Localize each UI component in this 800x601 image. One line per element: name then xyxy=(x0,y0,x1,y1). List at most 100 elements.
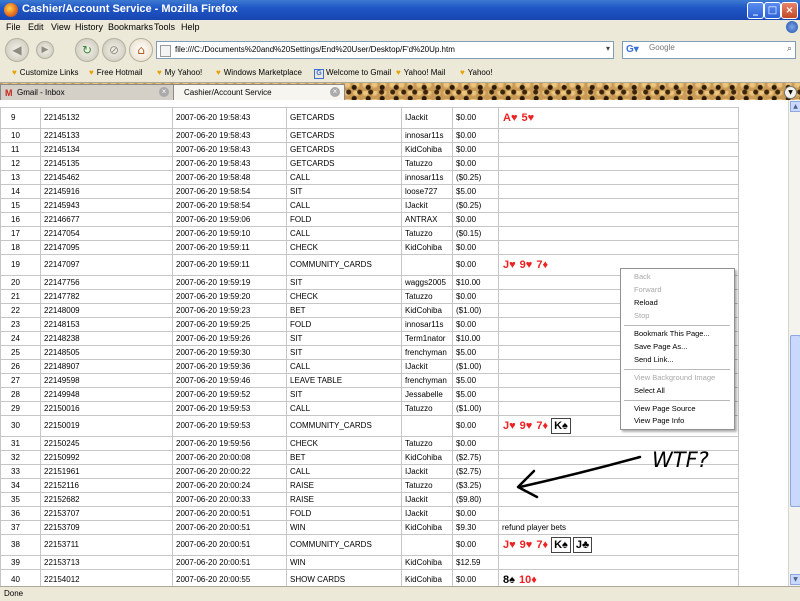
url-input[interactable] xyxy=(175,43,595,56)
list-all-tabs-icon[interactable]: ▼ xyxy=(784,86,797,99)
timestamp-cell: 2007-06-20 20:00:51 xyxy=(172,534,287,556)
tab-close-icon[interactable]: × xyxy=(159,87,169,97)
row-number-cell: 10 xyxy=(0,128,41,143)
card-suit-icon: ♠ xyxy=(562,538,568,551)
card-suit-icon: ♦ xyxy=(531,573,537,586)
gmail-icon: M xyxy=(5,88,13,98)
timestamp-cell: 2007-06-20 19:59:25 xyxy=(172,317,287,332)
action-cell: FOLD xyxy=(286,506,402,521)
amount-cell: $5.00 xyxy=(452,373,499,388)
player-cell: Tatuzzo xyxy=(401,289,453,304)
menu-file[interactable]: File xyxy=(6,22,21,32)
action-cell: SIT xyxy=(286,184,402,199)
timestamp-cell: 2007-06-20 19:58:54 xyxy=(172,184,287,199)
search-input[interactable] xyxy=(649,43,779,52)
window-title: Cashier/Account Service - Mozilla Firefo… xyxy=(22,3,238,15)
context-menu-send-link[interactable]: Send Link... xyxy=(634,355,674,364)
scroll-down-arrow-icon[interactable]: ▼ xyxy=(790,574,800,585)
cards-cell: A♥ 5♥ xyxy=(498,107,739,129)
context-menu-stop: Stop xyxy=(634,311,650,320)
search-box[interactable]: G▾ ⌕ xyxy=(622,41,796,59)
scroll-up-arrow-icon[interactable]: ▲ xyxy=(790,101,800,112)
timestamp-cell: 2007-06-20 20:00:55 xyxy=(172,569,287,586)
menu-bar: File Edit View History Bookmarks Tools H… xyxy=(0,20,800,34)
tab-cashier-account-service[interactable]: Cashier/Account Service × xyxy=(173,84,345,100)
bookmark-yahoo-mail[interactable]: ♥ Yahoo! Mail xyxy=(396,68,445,77)
close-button[interactable]: × xyxy=(781,2,798,19)
amount-cell: ($1.00) xyxy=(452,401,499,416)
google-engine-icon[interactable]: G▾ xyxy=(626,44,639,55)
table-row: 38 22153711 2007-06-20 20:00:51 COMMUNITY_C… xyxy=(0,534,739,556)
player-cell: IJackit xyxy=(401,464,453,479)
address-bar[interactable]: ▾ xyxy=(156,41,614,59)
menu-bookmarks[interactable]: Bookmarks xyxy=(108,22,153,32)
vertical-scrollbar[interactable]: ▲ ▼ xyxy=(788,100,800,586)
scrollbar-thumb[interactable] xyxy=(790,335,800,507)
bookmark-yahoo[interactable]: ♥ Yahoo! xyxy=(460,68,493,77)
cards-cell xyxy=(498,184,739,199)
playing-card: J♥ xyxy=(502,258,517,272)
tab-close-icon[interactable]: × xyxy=(330,87,340,97)
bookmark-welcome-to-gmail[interactable]: G Welcome to Gmail xyxy=(314,68,391,79)
playing-card: 9♥ xyxy=(519,419,534,433)
back-icon[interactable]: ◀ xyxy=(5,38,29,62)
menu-edit[interactable]: Edit xyxy=(28,22,44,32)
cards-cell: refund player bets xyxy=(498,520,739,535)
player-cell: KidCohiba xyxy=(401,303,453,318)
context-menu-view-page-info[interactable]: View Page Info xyxy=(634,416,684,425)
card-suit-icon: ♥ xyxy=(525,538,533,551)
firefox-icon xyxy=(4,3,18,17)
row-number-cell: 12 xyxy=(0,156,41,171)
menu-help[interactable]: Help xyxy=(181,22,200,32)
amount-cell: ($0.25) xyxy=(452,170,499,185)
bookmark-windows-marketplace[interactable]: ♥ Windows Marketplace xyxy=(216,68,302,77)
context-menu-view-page-source[interactable]: View Page Source xyxy=(634,404,696,413)
home-icon[interactable]: ⌂ xyxy=(129,38,153,62)
player-cell: IJackit xyxy=(401,506,453,521)
transaction-id-cell: 22148238 xyxy=(40,331,173,346)
amount-cell: ($3.25) xyxy=(452,478,499,493)
action-cell: GETCARDS xyxy=(286,128,402,143)
bookmark-free-hotmail[interactable]: ♥ Free Hotmail xyxy=(89,68,143,77)
action-cell: CHECK xyxy=(286,436,402,451)
row-number-cell: 29 xyxy=(0,401,41,416)
context-menu-bookmark-page[interactable]: Bookmark This Page... xyxy=(634,329,710,338)
action-cell: SHOW CARDS xyxy=(286,569,402,586)
title-bar: Cashier/Account Service - Mozilla Firefo… xyxy=(0,0,800,20)
menu-tools[interactable]: Tools xyxy=(154,22,175,32)
bookmark-my-yahoo[interactable]: ♥ My Yahoo! xyxy=(157,68,202,77)
minimize-button[interactable]: _ xyxy=(747,2,764,19)
transaction-id-cell: 22153713 xyxy=(40,555,173,570)
row-number-cell: 19 xyxy=(0,254,41,276)
timestamp-cell: 2007-06-20 19:58:43 xyxy=(172,107,287,129)
menu-separator xyxy=(624,325,730,326)
player-cell: KidCohiba xyxy=(401,520,453,535)
menu-view[interactable]: View xyxy=(51,22,70,32)
context-menu-reload[interactable]: Reload xyxy=(634,298,658,307)
reload-icon[interactable]: ↻ xyxy=(75,38,99,62)
menu-history[interactable]: History xyxy=(75,22,103,32)
player-cell xyxy=(401,415,453,437)
action-cell: SIT xyxy=(286,331,402,346)
url-dropdown-icon[interactable]: ▾ xyxy=(606,44,610,53)
context-menu-save-page-as[interactable]: Save Page As... xyxy=(634,342,687,351)
table-row: 14 22145916 2007-06-20 19:58:54 SIT loose727… xyxy=(0,184,739,199)
bookmark-customize-links[interactable]: ♥ Customize Links xyxy=(12,68,78,77)
row-number-cell: 35 xyxy=(0,492,41,507)
player-cell: KidCohiba xyxy=(401,142,453,157)
search-magnifier-icon[interactable]: ⌕ xyxy=(787,44,792,54)
menu-separator xyxy=(624,369,730,370)
tab-gmail-inbox[interactable]: M Gmail - Inbox × xyxy=(0,84,174,100)
maximize-button[interactable]: □ xyxy=(764,2,781,19)
action-cell: SIT xyxy=(286,387,402,402)
row-number-cell: 15 xyxy=(0,198,41,213)
action-cell: SIT xyxy=(286,275,402,290)
forward-icon[interactable]: ▶ xyxy=(36,41,54,59)
status-text: Done xyxy=(4,589,24,598)
card-rank: K xyxy=(554,419,563,432)
row-number-cell: 26 xyxy=(0,359,41,374)
stop-icon[interactable]: ⊘ xyxy=(102,38,126,62)
context-menu-select-all[interactable]: Select All xyxy=(634,386,665,395)
action-cell: GETCARDS xyxy=(286,107,402,129)
card-suit-icon: ♠ xyxy=(562,419,568,432)
